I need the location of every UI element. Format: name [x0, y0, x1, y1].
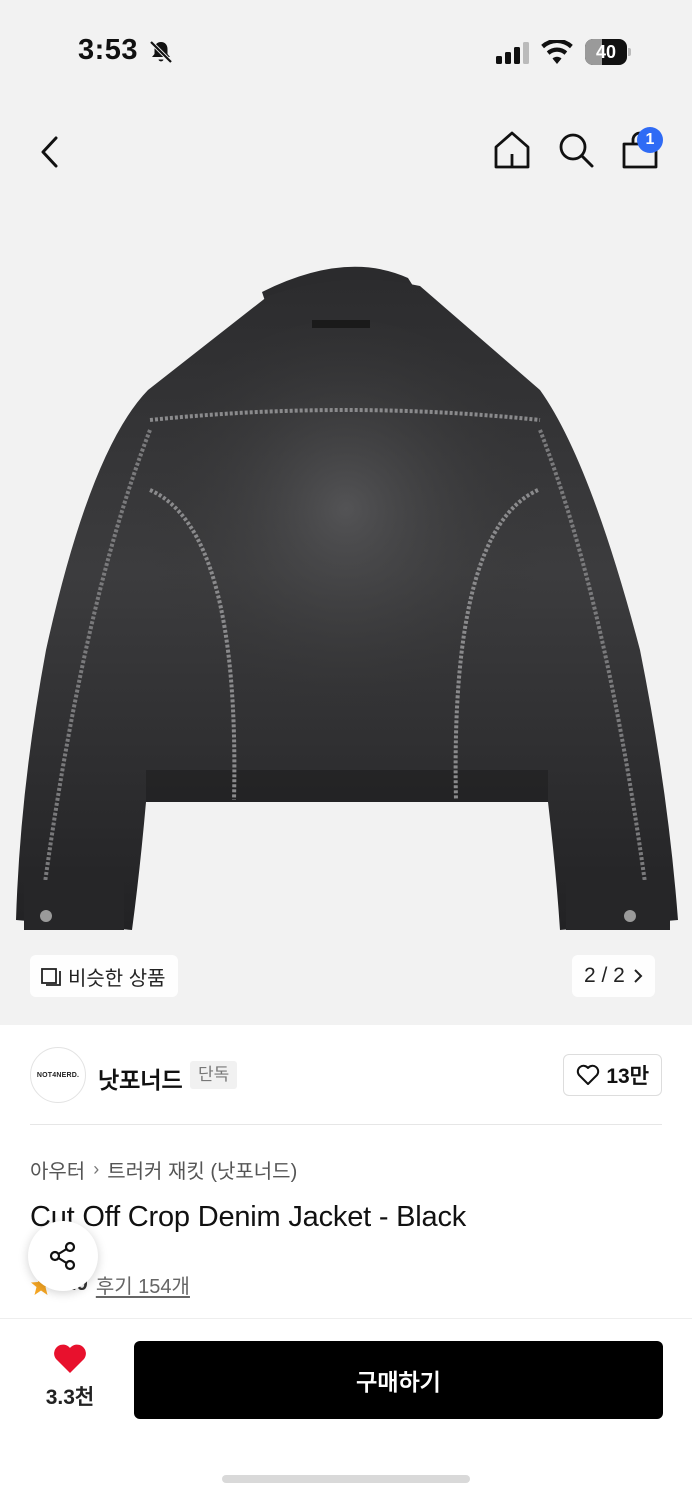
breadcrumb-item[interactable]: 아우터 — [30, 1155, 85, 1184]
battery-level: 40 — [595, 42, 617, 62]
wishlist-button[interactable]: 3.3천 — [30, 1343, 110, 1423]
home-icon[interactable] — [490, 128, 534, 172]
share-icon — [49, 1241, 76, 1271]
bottom-action-bar: 3.3천 구매하기 — [0, 1318, 692, 1500]
brand-like-button[interactable]: 13만 — [563, 1054, 662, 1096]
divider — [30, 1124, 662, 1125]
similar-products-label: 비슷한 상품 — [68, 967, 166, 990]
status-bar: 3:53 40 — [0, 0, 692, 100]
exclusive-tag: 단독 — [190, 1061, 238, 1089]
home-indicator — [222, 1475, 470, 1483]
chevron-right-icon — [634, 969, 643, 983]
brand-like-count: 13만 — [606, 1065, 649, 1088]
pager-text: 2 / 2 — [584, 964, 625, 987]
bell-slash-icon — [149, 40, 173, 64]
cart-badge: 1 — [637, 127, 663, 153]
status-time: 3:53 — [78, 34, 139, 66]
product-title: Cut Off Crop Denim Jacket - Black — [30, 1201, 467, 1233]
similar-products-button[interactable]: 비슷한 상품 — [30, 955, 178, 997]
buy-button[interactable]: 구매하기 — [134, 1341, 663, 1419]
product-image[interactable] — [0, 230, 692, 970]
wifi-icon — [541, 40, 573, 64]
heart-filled-icon — [54, 1344, 86, 1373]
heart-outline-icon — [577, 1064, 600, 1085]
breadcrumb-item[interactable]: 트러커 재킷 (낫포너드) — [107, 1155, 297, 1184]
similar-items-icon — [41, 968, 61, 986]
battery-icon: 40 — [585, 39, 631, 65]
search-icon[interactable] — [554, 128, 598, 172]
brand-name[interactable]: 낫포너드 — [98, 1061, 183, 1095]
cellular-signal-icon — [496, 42, 529, 64]
product-gallery[interactable]: 3:53 40 1 비슷한 상품 2 / 2 — [0, 0, 692, 1025]
breadcrumb: 아우터 › 트러커 재킷 (낫포너드) — [30, 1155, 297, 1184]
back-chevron-icon[interactable] — [30, 130, 70, 174]
share-button[interactable] — [28, 1221, 98, 1291]
image-pager[interactable]: 2 / 2 — [572, 955, 655, 997]
brand-row: NOT4NERD. 낫포너드 단독 13만 — [30, 1045, 662, 1105]
wishlist-count: 3.3천 — [45, 1386, 95, 1409]
reviews-link[interactable]: 후기 154개 — [96, 1270, 190, 1299]
chevron-right-icon: › — [93, 1159, 100, 1179]
brand-logo[interactable]: NOT4NERD. — [30, 1047, 86, 1103]
